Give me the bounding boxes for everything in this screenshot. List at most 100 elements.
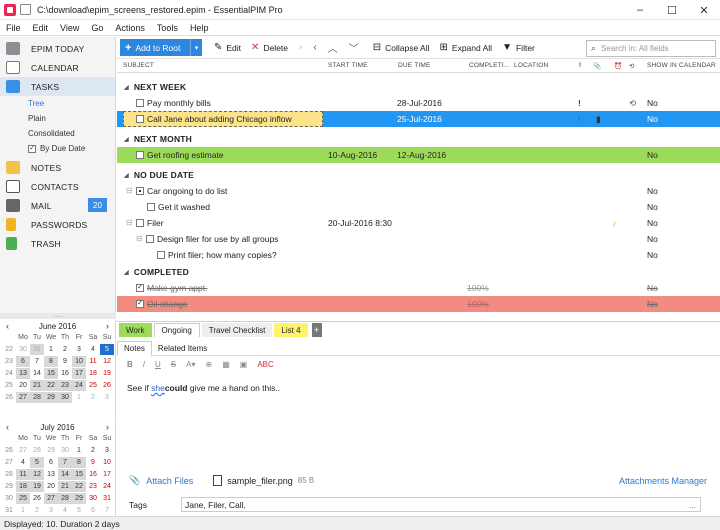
calendar-day[interactable]: 2	[30, 505, 44, 516]
task-checkbox[interactable]	[147, 203, 155, 211]
calendar-day[interactable]: 11	[16, 469, 30, 480]
sidebar-item-mail[interactable]: MAIL 20	[0, 196, 115, 215]
task-row-selected[interactable]: Call Jane about adding Chicago inflow 25…	[117, 111, 720, 127]
col-completion[interactable]: COMPLETI...	[469, 62, 510, 69]
underline-icon[interactable]: U	[155, 360, 161, 369]
calendar-day[interactable]: 16	[58, 368, 72, 379]
menu-view[interactable]: View	[54, 23, 85, 33]
calendar-day[interactable]: 9	[86, 457, 100, 468]
next-month-button[interactable]: ›	[106, 422, 109, 432]
task-checkbox[interactable]	[157, 251, 165, 259]
calendar-day[interactable]: 9	[58, 356, 72, 367]
sidebar-item-calendar[interactable]: CALENDAR	[0, 58, 115, 77]
maximize-button[interactable]: ☐	[656, 0, 688, 20]
calendar-day[interactable]: 3	[44, 505, 58, 516]
calendar-week-number[interactable]: 22	[2, 344, 16, 355]
calendar-week-number[interactable]: 29	[2, 481, 16, 492]
calendar-day[interactable]: 24	[100, 481, 114, 492]
insert-image-icon[interactable]: ▣	[240, 360, 248, 369]
tab-list-4[interactable]: List 4	[274, 323, 308, 337]
calendar-day[interactable]: 30	[16, 344, 30, 355]
calendar-day[interactable]: 7	[58, 457, 72, 468]
calendar-week-number[interactable]: 26	[2, 445, 16, 456]
task-checkbox[interactable]	[146, 235, 154, 243]
calendar-day[interactable]: 30	[58, 392, 72, 403]
quick-access-icon[interactable]	[20, 4, 31, 15]
calendar-day[interactable]: 4	[86, 344, 100, 355]
col-show-in-calendar[interactable]: SHOW IN CALENDAR	[647, 62, 716, 69]
calendar-day[interactable]: 27	[16, 392, 30, 403]
calendar-day[interactable]: 26	[100, 380, 114, 391]
menu-file[interactable]: File	[0, 23, 27, 33]
prev-month-button[interactable]: ‹	[6, 321, 9, 331]
task-view-plain[interactable]: Plain	[0, 111, 115, 126]
calendar-day[interactable]: 13	[44, 469, 58, 480]
sidebar-item-contacts[interactable]: CONTACTS	[0, 177, 115, 196]
calendar-day[interactable]: 14	[58, 469, 72, 480]
task-row[interactable]: ⊟ Car ongoing to do list No	[117, 183, 720, 199]
attach-files-link[interactable]: Attach Files	[146, 476, 193, 486]
calendar-day[interactable]: 28	[30, 392, 44, 403]
sidebar-item-notes[interactable]: NOTES	[0, 158, 115, 177]
task-row[interactable]: ✓ Oil change 100% No	[117, 296, 720, 312]
attachment-file[interactable]: sample_filer.png 85 B	[213, 475, 314, 486]
group-next-week[interactable]: ◢ NEXT WEEK	[117, 79, 720, 95]
calendar-day[interactable]: 3	[100, 392, 114, 403]
col-recurrence-icon[interactable]: ⟲	[629, 62, 635, 70]
calendar-day[interactable]: 12	[30, 469, 44, 480]
calendar-day[interactable]: 7	[30, 356, 44, 367]
delete-button[interactable]: ✕ Delete	[251, 42, 288, 53]
calendar-day[interactable]: 31	[100, 493, 114, 504]
calendar-day[interactable]: 22	[44, 380, 58, 391]
group-next-month[interactable]: ◢ NEXT MONTH	[117, 131, 720, 147]
note-body[interactable]: See if shecould give me a hand on this..	[127, 383, 280, 393]
edit-button[interactable]: ✎ Edit	[214, 42, 241, 53]
task-row[interactable]: Get it washed No	[117, 199, 720, 215]
calendar-week-number[interactable]: 27	[2, 457, 16, 468]
by-due-date-checkbox[interactable]: ✓ By Due Date	[0, 141, 115, 156]
tree-collapse-icon[interactable]: ⊟	[136, 234, 143, 243]
calendar-day[interactable]: 12	[100, 356, 114, 367]
calendar-day[interactable]: 23	[58, 380, 72, 391]
calendar-week-number[interactable]: 25	[2, 380, 16, 391]
move-right-button[interactable]: ›	[299, 42, 302, 53]
calendar-day[interactable]: 31	[30, 344, 44, 355]
calendar-day[interactable]: 6	[86, 505, 100, 516]
calendar-day[interactable]: 7	[100, 505, 114, 516]
col-start-time[interactable]: START TIME	[328, 62, 368, 69]
task-view-consolidated[interactable]: Consolidated	[0, 126, 115, 141]
calendar-day[interactable]: 24	[72, 380, 86, 391]
tab-travel-checklist[interactable]: Travel Checklist	[201, 323, 273, 337]
calendar-day[interactable]: 3	[72, 344, 86, 355]
col-location[interactable]: LOCATION	[514, 62, 548, 69]
task-row[interactable]: Print filer; how many copies? No	[117, 247, 720, 263]
menu-go[interactable]: Go	[85, 23, 109, 33]
tab-ongoing[interactable]: Ongoing	[153, 323, 200, 337]
calendar-day[interactable]: 2	[86, 445, 100, 456]
calendar-day[interactable]: 2	[86, 392, 100, 403]
expand-all-button[interactable]: ⊞ Expand All	[440, 42, 493, 53]
calendar-day[interactable]: 6	[16, 356, 30, 367]
tree-collapse-icon[interactable]: ⊟	[126, 186, 133, 195]
calendar-day[interactable]: 19	[30, 481, 44, 492]
add-list-button[interactable]: +	[311, 323, 322, 337]
strikethrough-icon[interactable]: S	[171, 360, 176, 369]
task-row[interactable]: ⊟ Filer 20-Jul-2016 8:30 ♪ No	[117, 215, 720, 231]
tab-work[interactable]: Work	[119, 323, 152, 337]
calendar-day[interactable]: 19	[100, 368, 114, 379]
calendar-day[interactable]: 29	[72, 493, 86, 504]
font-color-icon[interactable]: A▾	[186, 360, 195, 369]
next-month-button[interactable]: ›	[106, 321, 109, 331]
collapse-all-button[interactable]: ⊟ Collapse All	[373, 42, 430, 53]
col-subject[interactable]: SUBJECT	[123, 62, 154, 69]
calendar-day[interactable]: 5	[100, 344, 114, 355]
calendar-day[interactable]: 30	[58, 445, 72, 456]
sidebar-item-trash[interactable]: TRASH	[0, 234, 115, 253]
calendar-day[interactable]: 2	[58, 344, 72, 355]
col-attachment-icon[interactable]: 📎	[593, 62, 601, 70]
chevron-down-icon[interactable]: ▾	[190, 39, 202, 56]
filter-button[interactable]: ▼ Filter	[502, 42, 535, 53]
tree-collapse-icon[interactable]: ⊟	[126, 218, 133, 227]
italic-icon[interactable]: I	[143, 360, 145, 369]
task-view-tree[interactable]: Tree	[0, 96, 115, 111]
